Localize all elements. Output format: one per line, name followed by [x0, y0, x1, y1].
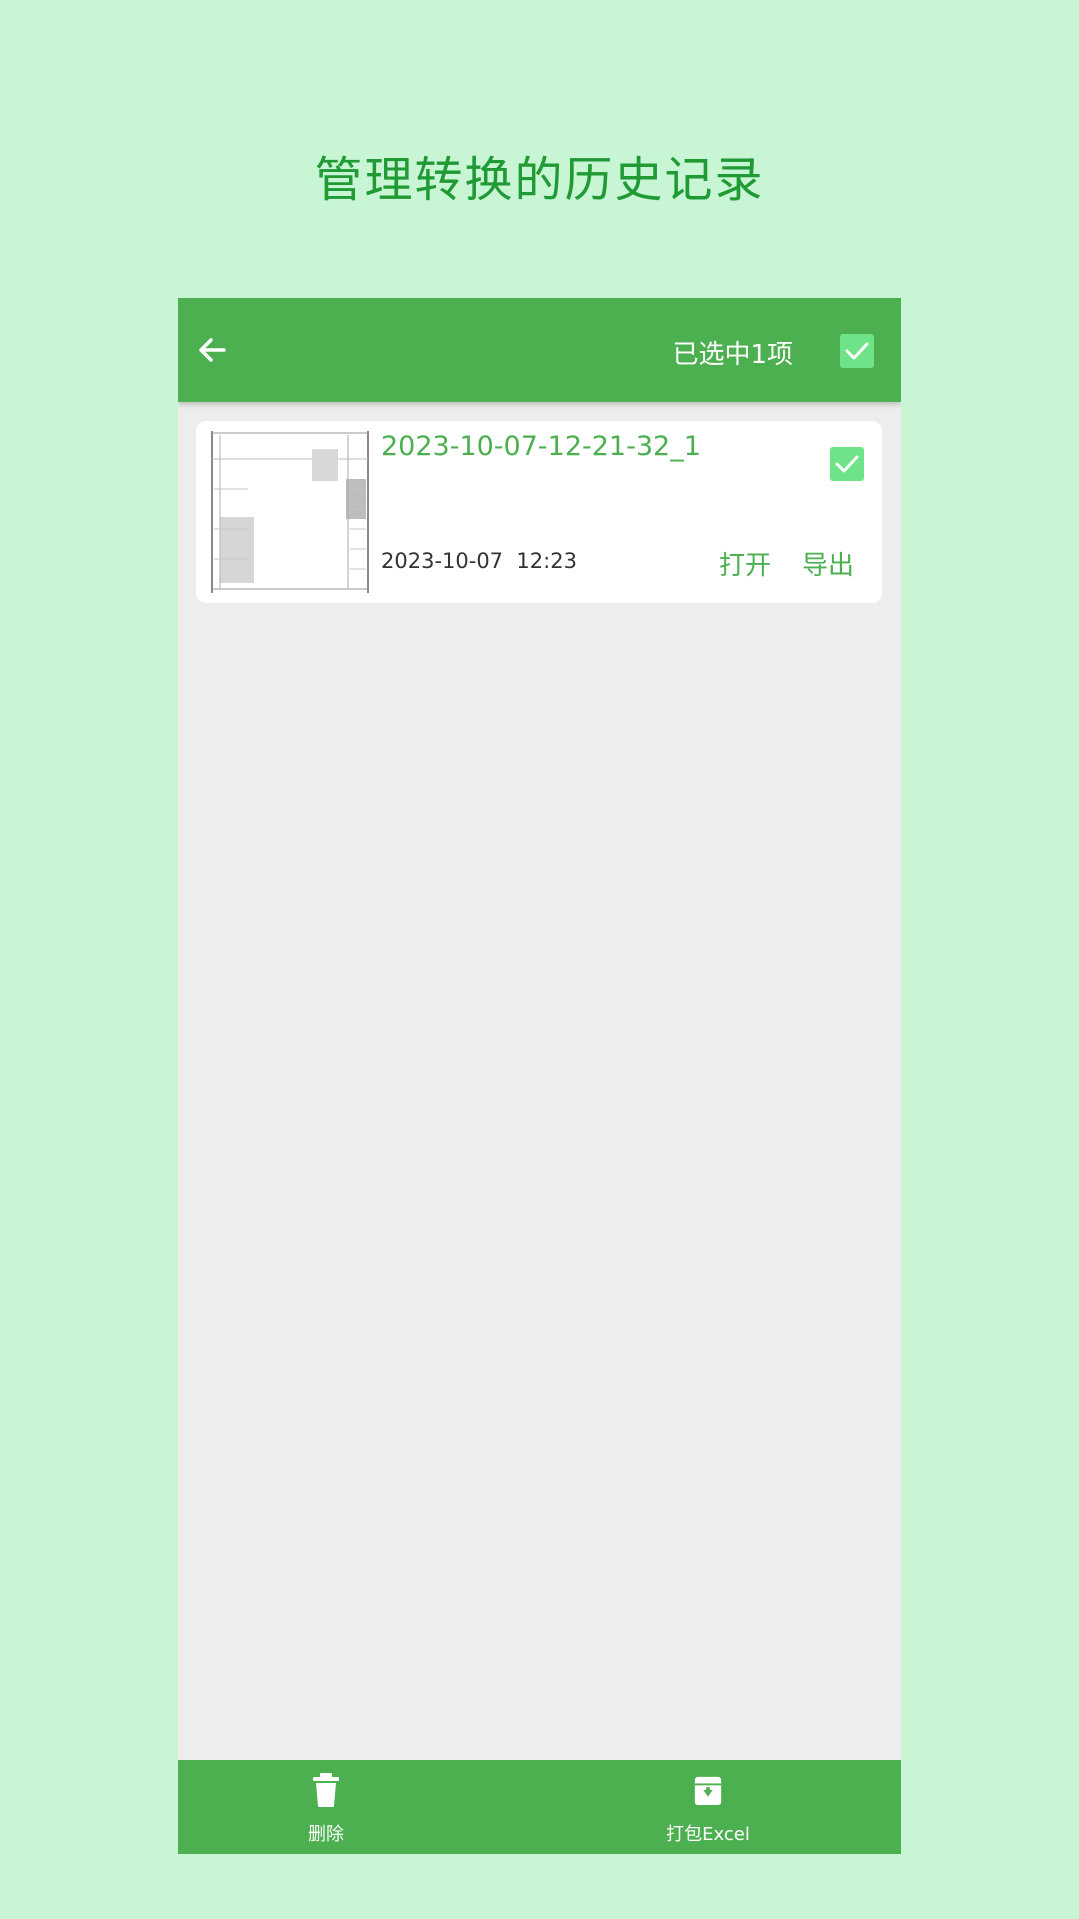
- record-timestamp: 2023-10-07 12:23: [381, 549, 577, 573]
- document-thumbnail: [208, 429, 370, 595]
- selected-count-label: 已选中1项: [672, 340, 793, 370]
- bottom-action-bar: 删除 打包Excel: [178, 1760, 901, 1854]
- delete-button[interactable]: 删除: [256, 1760, 396, 1854]
- archive-download-icon: [694, 1776, 722, 1805]
- phone-screen: 已选中1项 2023-10-07-12-21-32_1 2023-10-07 1…: [178, 298, 901, 1854]
- pack-excel-label: 打包Excel: [666, 1824, 750, 1845]
- pack-excel-button[interactable]: 打包Excel: [638, 1760, 778, 1854]
- record-date: 2023-10-07: [381, 549, 504, 573]
- app-bar: 已选中1项: [178, 298, 901, 402]
- record-time: 12:23: [516, 549, 577, 573]
- select-all-checkbox[interactable]: [840, 334, 874, 368]
- back-arrow-icon[interactable]: [192, 330, 232, 370]
- checkmark-icon: [845, 342, 869, 360]
- export-button[interactable]: 导出: [802, 545, 854, 582]
- delete-label: 删除: [308, 1824, 344, 1845]
- record-card[interactable]: 2023-10-07-12-21-32_1 2023-10-07 12:23 打…: [196, 421, 882, 603]
- record-checkbox[interactable]: [830, 447, 864, 481]
- promo-headline: 管理转换的历史记录: [314, 152, 765, 208]
- open-button[interactable]: 打开: [719, 545, 771, 582]
- record-title: 2023-10-07-12-21-32_1: [381, 431, 701, 462]
- trash-icon: [313, 1773, 339, 1807]
- checkmark-icon: [835, 455, 859, 473]
